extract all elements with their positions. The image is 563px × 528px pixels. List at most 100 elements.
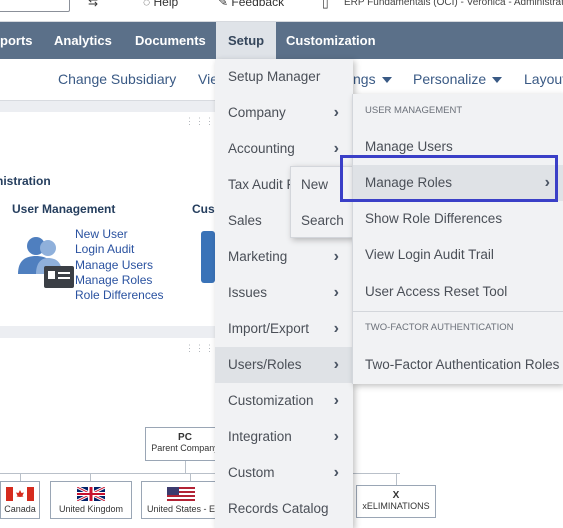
menu-item-users-roles[interactable]: Users/Roles › — [215, 347, 353, 383]
menu-item-label: Integration — [228, 429, 292, 444]
users-roles-submenu: USER MANAGEMENT Manage Users Manage Role… — [352, 94, 563, 384]
change-subsidiary-link[interactable]: Change Subsidiary — [58, 71, 176, 87]
connector-line — [20, 473, 21, 481]
chevron-right-icon: › — [333, 140, 339, 157]
menu-item-label: Import/Export — [228, 321, 310, 336]
nav-documents[interactable]: Documents — [135, 22, 206, 59]
portlet-title: nistration — [0, 174, 51, 188]
manage-users-link[interactable]: Manage Users — [75, 258, 164, 273]
new-user-link[interactable]: New User — [75, 227, 164, 242]
account-switcher[interactable]: ERP Fundamentals (OCI) - Veronica - Admi… — [344, 0, 563, 8]
chevron-right-icon: › — [333, 284, 339, 301]
nav-customization[interactable]: Customization — [286, 22, 376, 59]
global-search-input[interactable] — [0, 0, 70, 12]
menu-item-company[interactable]: Company › — [215, 95, 353, 131]
menu-item-marketing[interactable]: Marketing › — [215, 239, 353, 275]
recent-icon[interactable]: ⇆ — [88, 0, 98, 9]
menu-item-custom[interactable]: Custom › — [215, 455, 353, 491]
menu-item-label: Sales — [228, 213, 262, 228]
account-icon: ▯ — [322, 0, 329, 10]
menu-divider — [353, 311, 563, 312]
org-node-parent[interactable]: PC Parent Company — [145, 427, 225, 461]
connector-line — [396, 473, 397, 485]
manage-roles-link[interactable]: Manage Roles — [75, 273, 164, 288]
menu-item-label: Customization — [228, 393, 314, 408]
menu-item-label: Marketing — [228, 249, 288, 264]
org-node-united-kingdom[interactable]: United Kingdom — [50, 481, 132, 519]
setup-menu: Setup Manager Company › Accounting › Tax A… — [215, 59, 353, 528]
chevron-right-icon: › — [333, 464, 339, 481]
feedback-link[interactable]: ✎ Feedback — [218, 0, 284, 9]
menu-item-view-login-audit-trail[interactable]: View Login Audit Trail — [353, 237, 563, 273]
settings-menu[interactable]: ngs — [353, 71, 392, 87]
menu-item-label: Tax Audit F — [228, 177, 295, 192]
feedback-icon: ✎ — [218, 0, 229, 9]
menu-item-label: Accounting — [228, 141, 295, 156]
chevron-right-icon: › — [333, 356, 339, 373]
user-management-title: User Management — [12, 202, 116, 216]
customization-tile-icon — [201, 231, 215, 283]
menu-item-import-export[interactable]: Import/Export › — [215, 311, 353, 347]
connector-line — [190, 473, 191, 481]
menu-item-accounting[interactable]: Accounting › — [215, 131, 353, 167]
org-node-code: PC — [178, 432, 192, 443]
menu-item-setup-manager[interactable]: Setup Manager — [215, 59, 353, 95]
help-link[interactable]: ◌ Help — [143, 0, 178, 9]
us-flag-icon — [167, 487, 195, 501]
menu-item-search[interactable]: Search — [291, 203, 354, 239]
menu-item-show-role-differences[interactable]: Show Role Differences — [353, 201, 563, 237]
chevron-down-icon — [381, 77, 392, 84]
chevron-right-icon: › — [333, 428, 339, 445]
chevron-right-icon: › — [333, 320, 339, 337]
connector-line — [90, 473, 91, 481]
personalize-label: Personalize — [413, 71, 487, 87]
nav-setup[interactable]: Setup — [216, 22, 277, 59]
org-node-eliminations[interactable]: X xELIMINATIONS — [356, 485, 436, 518]
settings-label: ngs — [353, 71, 376, 87]
personalize-menu[interactable]: Personalize — [413, 71, 503, 87]
org-node-name: United Kingdom — [58, 504, 124, 514]
menu-item-user-access-reset-tool[interactable]: User Access Reset Tool — [353, 274, 563, 310]
org-node-name: Canada — [4, 504, 36, 514]
help-icon: ◌ — [143, 0, 151, 9]
menu-item-records-catalog[interactable]: Records Catalog — [215, 491, 353, 527]
custom-section-title: Cus — [192, 202, 215, 216]
netsuite-page: ⇆ ◌ Help ✎ Feedback ▯ ERP Fundamentals (… — [0, 0, 563, 528]
org-node-code: X — [392, 490, 400, 501]
org-node-name: xELIMINATIONS — [362, 501, 430, 511]
menu-item-integration[interactable]: Integration › — [215, 419, 353, 455]
menu-item-two-factor-auth-roles[interactable]: Two-Factor Authentication Roles — [353, 347, 563, 383]
menu-item-label: Records Catalog — [228, 501, 329, 516]
users-icon — [18, 237, 74, 288]
role-differences-link[interactable]: Role Differences — [75, 288, 164, 303]
chevron-right-icon: › — [333, 248, 339, 265]
layout-menu[interactable]: Layout — [524, 71, 563, 87]
menu-item-label: Users/Roles — [228, 357, 302, 372]
menu-item-label: Setup Manager — [228, 69, 321, 84]
org-node-name: Parent Company — [151, 443, 219, 453]
top-strip: ⇆ ◌ Help ✎ Feedback ▯ ERP Fundamentals (… — [0, 0, 563, 22]
menu-item-customization[interactable]: Customization › — [215, 383, 353, 419]
chevron-right-icon: › — [333, 392, 339, 409]
feedback-label: Feedback — [231, 0, 285, 9]
menu-item-label: Company — [228, 105, 286, 120]
section-header: TWO-FACTOR AUTHENTICATION — [365, 322, 514, 333]
menu-item-issues[interactable]: Issues › — [215, 275, 353, 311]
menu-item-label: Issues — [228, 285, 268, 300]
chevron-down-icon — [492, 77, 503, 84]
help-label: Help — [153, 0, 179, 9]
canada-flag-icon — [6, 487, 34, 501]
connector-line — [185, 461, 186, 473]
nav-reports[interactable]: ports — [0, 22, 33, 59]
main-nav: ports Analytics Documents Setup Customiz… — [0, 22, 563, 59]
section-header: USER MANAGEMENT — [365, 105, 463, 116]
org-node-canada[interactable]: Canada — [0, 481, 40, 519]
nav-analytics[interactable]: Analytics — [54, 22, 112, 59]
drag-handle-icon[interactable]: ⋮⋮⋮ — [185, 343, 215, 354]
login-audit-link[interactable]: Login Audit — [75, 242, 164, 257]
chevron-right-icon: › — [333, 104, 339, 121]
org-node-united-states[interactable]: United States - E — [141, 481, 221, 519]
highlight-box — [340, 155, 558, 202]
org-node-name: United States - E — [146, 504, 216, 514]
drag-handle-icon[interactable]: ⋮⋮⋮ — [185, 116, 215, 127]
